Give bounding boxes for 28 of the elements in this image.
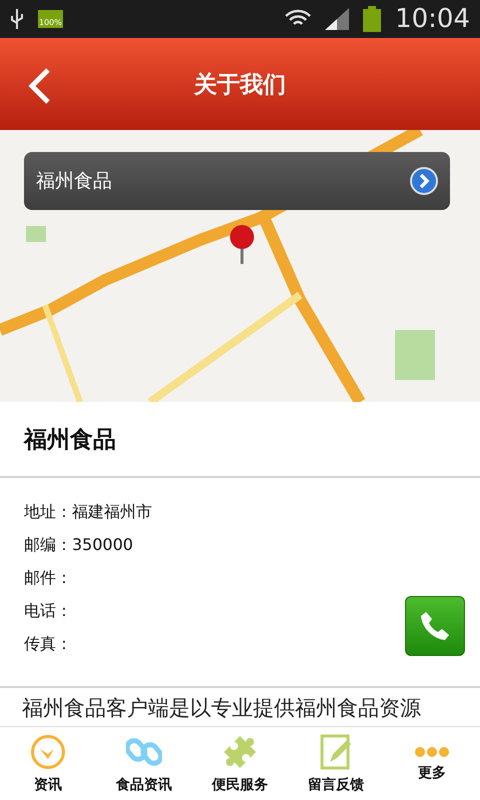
- tab-item[interactable]: 更多: [384, 727, 480, 800]
- page-title: 关于我们: [194, 70, 286, 100]
- contact-detail: 邮编：350000: [24, 534, 134, 556]
- chevron-right-icon: [410, 167, 438, 195]
- clock-time: 10:04: [395, 4, 470, 34]
- signal-icon: [325, 8, 350, 30]
- tab-item[interactable]: 资讯: [0, 727, 96, 800]
- tab-item[interactable]: 食品资讯: [96, 727, 192, 800]
- note-pencil-icon: [318, 734, 354, 770]
- battery-icon: [363, 6, 382, 32]
- location-popup[interactable]: 福州食品: [24, 152, 450, 210]
- phone-icon: [418, 609, 452, 643]
- company-name: 福州食品: [24, 426, 116, 454]
- battery-percent: 100%: [38, 10, 63, 28]
- map-pin-icon: [228, 224, 256, 264]
- clock-icon: [30, 734, 66, 770]
- usb-icon: [10, 8, 24, 30]
- contact-detail: 传真：: [24, 633, 73, 655]
- tab-item[interactable]: 留言反馈: [288, 727, 384, 800]
- puzzle-piece-icon: [222, 734, 258, 770]
- contact-detail: 电话：: [24, 600, 73, 622]
- popup-title: 福州食品: [36, 169, 113, 194]
- call-button[interactable]: [405, 596, 465, 656]
- contact-detail: 地址：福建福州市: [24, 501, 152, 523]
- more-dots-icon: [414, 746, 450, 758]
- description-text: 福州食品客户端是以专业提供福州食品资源: [22, 695, 422, 722]
- tab-item[interactable]: 便民服务: [192, 727, 288, 800]
- contact-detail: 邮件：: [24, 567, 73, 589]
